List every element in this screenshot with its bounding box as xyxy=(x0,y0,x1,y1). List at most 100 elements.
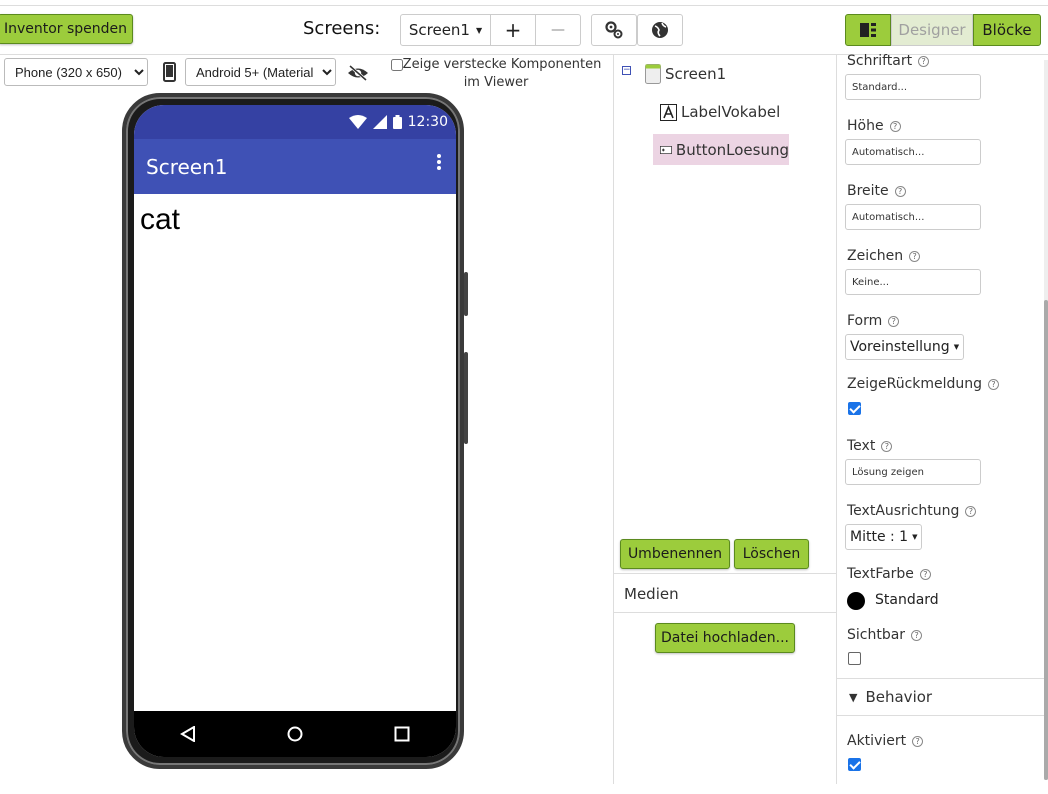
tree-item-labelvokabel[interactable]: LabelVokabel xyxy=(660,98,780,126)
help-icon[interactable]: ? xyxy=(888,315,900,327)
gears-icon xyxy=(605,21,623,39)
help-icon[interactable]: ? xyxy=(988,378,1000,390)
form-dropdown-value: Voreinstellung xyxy=(850,339,950,355)
feedback-checkbox[interactable] xyxy=(848,402,861,415)
signal-icon xyxy=(372,115,387,129)
tree-item-label: LabelVokabel xyxy=(681,103,781,121)
prop-label-form: Form? xyxy=(847,313,900,329)
button-component-icon xyxy=(660,145,672,154)
prop-label-text: Höhe xyxy=(847,118,884,134)
battery-icon xyxy=(392,115,402,129)
media-divider-top xyxy=(614,573,836,574)
help-icon[interactable]: ? xyxy=(909,250,921,262)
overflow-menu-icon xyxy=(437,154,441,170)
textausrichtung-value: Mitte : 1 xyxy=(850,529,909,545)
prop-label-textausrichtung: TextAusrichtung? xyxy=(847,503,977,519)
viewer-divider xyxy=(613,54,614,784)
tree-item-label: Screen1 xyxy=(665,65,727,83)
status-bar: 12:30 xyxy=(134,105,456,139)
tree-item-screen1[interactable]: Screen1 xyxy=(645,60,726,88)
designer-button[interactable]: Designer xyxy=(891,14,973,46)
caret-down-icon: ▼ xyxy=(953,343,960,351)
hoehe-input[interactable]: Automatisch... xyxy=(845,139,981,165)
phone-preview-icon[interactable] xyxy=(163,62,176,82)
help-icon[interactable]: ? xyxy=(912,735,924,747)
screens-label: Screens: xyxy=(303,18,381,39)
textfarbe-swatch[interactable] xyxy=(847,592,865,610)
help-icon[interactable]: ? xyxy=(918,55,930,67)
show-hidden-checkbox[interactable] xyxy=(390,58,403,71)
prop-label-text: TextFarbe xyxy=(847,566,914,582)
caret-down-icon: ▼ xyxy=(475,25,483,35)
help-icon[interactable]: ? xyxy=(889,120,901,132)
zeichen-input[interactable]: Keine... xyxy=(845,269,981,295)
prop-label-schriftart: Schriftart? xyxy=(847,53,930,69)
properties-divider xyxy=(836,54,837,784)
top-border xyxy=(0,0,1048,6)
phone-preview: 12:30 Screen1 cat xyxy=(122,93,468,769)
phone-screen: 12:30 Screen1 cat xyxy=(134,105,456,757)
schriftart-input[interactable]: Standard... xyxy=(845,74,981,100)
show-hidden-components[interactable]: Zeige verstecke Komponenten im Viewer xyxy=(385,56,607,92)
recents-icon xyxy=(394,726,410,742)
prop-label-text: Breite xyxy=(847,183,889,199)
prop-label-text: Form xyxy=(847,313,883,329)
nav-bar xyxy=(134,711,456,757)
behavior-title: Behavior xyxy=(865,688,933,706)
screen-dropdown[interactable]: Screen1 ▼ xyxy=(401,15,491,45)
help-icon[interactable]: ? xyxy=(911,629,923,641)
show-hidden-label: Zeige verstecke Komponenten im Viewer xyxy=(402,57,602,90)
toggle-panels-button[interactable] xyxy=(845,14,891,46)
app-title: Screen1 xyxy=(146,154,228,179)
panel-layout-icon xyxy=(860,23,876,37)
eye-slash-icon[interactable] xyxy=(347,64,369,82)
project-properties-button[interactable] xyxy=(591,14,637,46)
screen-dropdown-label: Screen1 xyxy=(408,21,470,39)
screen-icon xyxy=(645,64,661,84)
help-icon[interactable]: ? xyxy=(881,440,893,452)
globe-icon xyxy=(652,22,668,38)
home-icon xyxy=(287,726,303,742)
textfarbe-value[interactable]: Standard xyxy=(875,592,939,608)
tree-item-buttonloesung[interactable]: ButtonLoesung xyxy=(653,134,789,165)
help-icon[interactable]: ? xyxy=(894,185,906,197)
help-icon[interactable]: ? xyxy=(919,568,931,580)
theme-select[interactable]: Android 5+ (Material) xyxy=(185,58,336,86)
mode-toggle: Designer Blöcke xyxy=(845,14,1041,46)
textausrichtung-dropdown[interactable]: Mitte : 1 ▼ xyxy=(845,524,923,550)
label-vokabel-preview[interactable]: cat xyxy=(140,203,180,237)
donate-button[interactable]: Inventor spenden xyxy=(0,14,133,44)
triangle-down-icon: ▼ xyxy=(849,690,858,704)
device-size-select[interactable]: Phone (320 x 650) xyxy=(4,58,148,86)
media-title: Medien xyxy=(624,585,679,603)
aktiviert-checkbox[interactable] xyxy=(848,758,861,771)
prop-label-text: Text xyxy=(847,438,876,454)
back-icon xyxy=(179,726,195,742)
collapse-tree-icon[interactable]: − xyxy=(622,66,631,75)
help-icon[interactable]: ? xyxy=(965,505,977,517)
app-bar: Screen1 xyxy=(134,139,456,194)
add-screen-button[interactable]: + xyxy=(491,15,536,45)
prop-label-text: Schriftart xyxy=(847,53,913,69)
delete-button[interactable]: Löschen xyxy=(734,539,809,569)
phone-side-key xyxy=(464,352,468,444)
prop-label-text: ZeigeRückmeldung xyxy=(847,376,983,392)
tree-item-label: ButtonLoesung xyxy=(675,140,789,159)
properties-scrollbar[interactable] xyxy=(1044,300,1048,780)
upload-file-button[interactable]: Datei hochladen... xyxy=(655,623,795,653)
status-time: 12:30 xyxy=(407,114,448,130)
phone-side-key xyxy=(464,272,468,316)
language-button[interactable] xyxy=(637,14,683,46)
text-input[interactable]: Lösung zeigen xyxy=(845,459,981,485)
behavior-section-header[interactable]: ▼ Behavior xyxy=(837,678,1044,716)
prop-label-sichtbar: Sichtbar? xyxy=(847,627,923,643)
sichtbar-checkbox[interactable] xyxy=(848,652,861,665)
rename-button[interactable]: Umbenennen xyxy=(620,539,730,569)
breite-input[interactable]: Automatisch... xyxy=(845,204,981,230)
remove-screen-button[interactable]: — xyxy=(536,15,580,45)
blocks-button[interactable]: Blöcke xyxy=(973,14,1041,46)
prop-label-text: Aktiviert xyxy=(847,733,907,749)
form-dropdown[interactable]: Voreinstellung ▼ xyxy=(845,334,965,360)
prop-label-zeichen: Zeichen? xyxy=(847,248,921,264)
screen-selector: Screen1 ▼ + — xyxy=(400,14,581,46)
